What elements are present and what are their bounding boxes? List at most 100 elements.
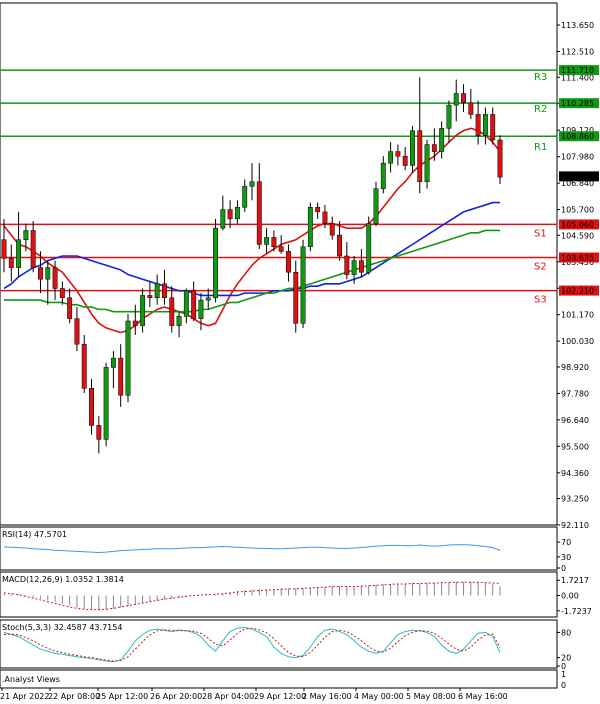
level-name-s3: S3: [534, 295, 547, 306]
candle-down: [89, 388, 94, 426]
footer-label: .Analyst Views: [2, 675, 60, 684]
candle-down: [67, 297, 73, 319]
candle-down: [337, 234, 342, 257]
price-tick-label: 107.980: [561, 153, 594, 162]
price-tick-label: 93.250: [561, 495, 589, 504]
indicator-tick-label: -1.7237: [561, 607, 592, 616]
level-price-label: 102.210: [561, 287, 594, 296]
candle-up: [16, 239, 22, 268]
candle-down: [475, 114, 481, 136]
candle-up: [453, 93, 459, 106]
price-tick-label: 105.700: [561, 206, 594, 215]
candle-down: [169, 297, 175, 326]
time-tick-label: 22 Apr 08:00: [48, 692, 100, 701]
candle-up: [439, 128, 445, 152]
candle-up: [213, 227, 218, 299]
candle-up: [249, 181, 255, 187]
price-tick-label: 98.920: [561, 363, 589, 372]
candle-down: [52, 267, 58, 289]
price-tick-label: 94.360: [561, 469, 589, 478]
candle-down: [162, 283, 167, 299]
candle-up: [351, 260, 357, 275]
price-tick-label: 95.500: [561, 442, 589, 451]
time-tick-label: 28 Apr 04:00: [202, 692, 254, 701]
price-tick-label: 100.030: [561, 337, 594, 346]
candle-up: [482, 114, 488, 136]
candle-down: [358, 260, 364, 273]
candle-down: [278, 246, 284, 252]
stoch-label: Stoch(5,3,3) 32.4587 43.7154: [2, 623, 122, 632]
candle-up: [198, 299, 204, 319]
level-price-label: 111.710: [561, 66, 594, 75]
candle-down: [8, 258, 14, 268]
candle-up: [220, 209, 226, 229]
candle-down: [38, 267, 43, 280]
price-tick-label: 96.640: [561, 416, 589, 425]
chart: R3R2R1S1S2S3 113.650112.510111.400110.28…: [0, 0, 600, 704]
candle-up: [110, 357, 116, 368]
indicator-tick-label: 0.00: [561, 592, 579, 601]
candle-down: [271, 237, 277, 247]
candle-down: [147, 295, 153, 299]
candle-up: [140, 295, 146, 326]
candle-down: [497, 139, 503, 178]
candle-down: [293, 271, 299, 324]
level-name-r2: R2: [534, 104, 547, 115]
candle-up: [264, 237, 270, 245]
level-name-r1: R1: [534, 142, 547, 153]
candle-down: [344, 255, 350, 275]
time-tick-label: 26 Apr 20:00: [150, 692, 202, 701]
candle-up: [125, 320, 131, 396]
candle-down: [468, 102, 474, 115]
level-name-s1: S1: [534, 228, 547, 239]
candle-down: [256, 181, 262, 245]
footer-tick-label: 0: [561, 681, 566, 690]
time-tick-label: 5 May 08:00: [406, 692, 456, 701]
time-tick-label: 2 May 16:00: [302, 692, 352, 701]
candle-down: [118, 357, 124, 396]
level-price-label: 108.860: [561, 132, 594, 141]
candle-up: [388, 151, 394, 164]
candle-down: [329, 223, 335, 236]
candle-up: [300, 246, 306, 324]
level-price-label: 110.285: [561, 99, 594, 108]
candle-up: [45, 267, 51, 280]
candle-up: [154, 283, 160, 299]
candle-up: [380, 162, 386, 189]
candle-up: [234, 207, 240, 220]
candle-up: [446, 104, 452, 129]
candle-up: [366, 223, 372, 273]
price-tick-label: 97.780: [561, 389, 589, 398]
candle-up: [242, 186, 248, 208]
price-labels: 111.710 110.285 108.860 105.060 103.635 102.2…: [559, 65, 599, 296]
indicator-tick-label: 30: [561, 553, 571, 562]
candle-down: [74, 318, 80, 345]
level-price-label: 103.635: [561, 254, 594, 263]
candle-down: [30, 230, 36, 268]
candle-up: [183, 290, 189, 317]
price-tick-label: 92.110: [561, 521, 589, 530]
candle-down: [227, 209, 233, 220]
time-tick-label: 25 Apr 12:00: [96, 692, 148, 701]
candle-down: [81, 343, 87, 389]
candle-down: [1, 239, 7, 259]
candle-up: [410, 130, 415, 166]
candle-down: [96, 425, 102, 440]
level-name-s2: S2: [534, 262, 547, 273]
current-price-label: 107.130: [561, 172, 594, 181]
candle-up: [103, 367, 109, 440]
candle-down: [461, 93, 466, 104]
indicator-tick-label: 70: [561, 538, 571, 547]
candle-up: [23, 230, 29, 240]
time-tick-label: 21 Apr 2022: [0, 692, 49, 701]
candle-up: [205, 297, 211, 301]
candle-down: [417, 130, 423, 182]
macd-label: MACD(12,26,9) 1.0352 1.3814: [2, 575, 124, 584]
indicator-tick-label: 0: [561, 564, 566, 573]
time-tick-label: 4 May 00:00: [354, 692, 404, 701]
price-tick-label: 104.590: [561, 231, 594, 240]
candle-down: [402, 155, 408, 166]
candle-up: [307, 207, 313, 247]
price-tick-label: 101.170: [561, 311, 594, 320]
candle-down: [395, 151, 401, 157]
